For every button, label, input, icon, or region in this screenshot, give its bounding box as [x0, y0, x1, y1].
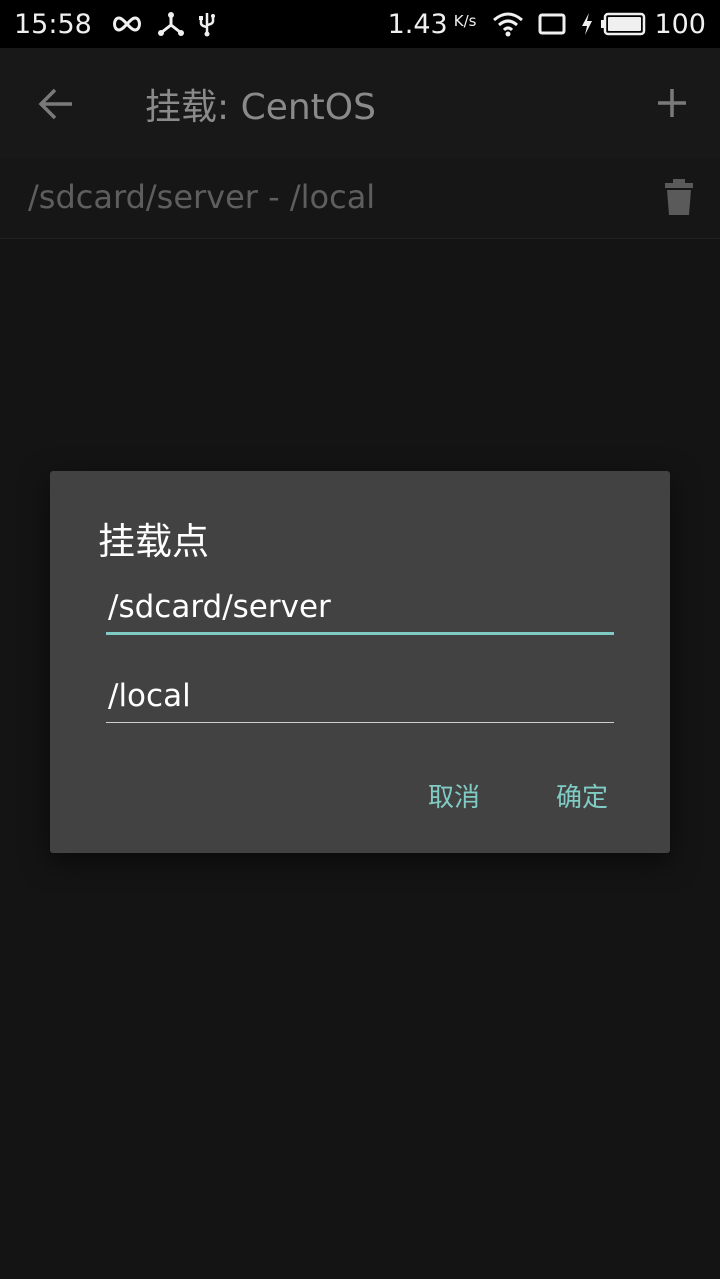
target-path-field[interactable] — [106, 669, 614, 723]
wifi-icon — [492, 11, 524, 37]
plus-icon[interactable] — [650, 81, 694, 125]
network-speed-unit: K/s — [453, 12, 477, 30]
status-bar: 15:58 1.43 K/s 100 — [0, 0, 720, 48]
infinity-icon — [110, 14, 144, 34]
dialog-title: 挂载点 — [98, 520, 209, 563]
usb-icon — [198, 11, 216, 37]
screen: 15:58 1.43 K/s 100 挂载: CentOS /sdcard/se… — [0, 0, 720, 1279]
battery-level: 100 — [654, 8, 706, 40]
status-time: 15:58 — [14, 8, 92, 40]
charging-bolt-icon — [580, 12, 594, 36]
mount-list-item[interactable]: /sdcard/server - /local — [0, 158, 720, 239]
status-bar-right: 1.43 K/s 100 — [388, 9, 706, 40]
battery-icon — [600, 12, 646, 36]
mount-point-dialog: 挂载点 取消 确定 — [50, 471, 670, 853]
trash-icon[interactable] — [664, 178, 694, 216]
back-arrow-icon[interactable] — [36, 84, 76, 124]
network-speed: 1.43 — [387, 8, 448, 40]
app-toolbar: 挂载: CentOS — [0, 48, 720, 158]
status-bar-left: 15:58 — [14, 9, 230, 40]
page-title: 挂载: CentOS — [145, 87, 376, 128]
source-path-field[interactable] — [106, 581, 614, 635]
target-path-input[interactable] — [106, 669, 614, 722]
source-path-input[interactable] — [106, 581, 614, 632]
mount-item-label: /sdcard/server - /local — [28, 178, 376, 216]
tablet-icon — [538, 13, 566, 35]
share-hub-icon — [157, 12, 184, 36]
ok-button[interactable]: 确定 — [550, 769, 614, 822]
cancel-button[interactable]: 取消 — [422, 769, 486, 822]
